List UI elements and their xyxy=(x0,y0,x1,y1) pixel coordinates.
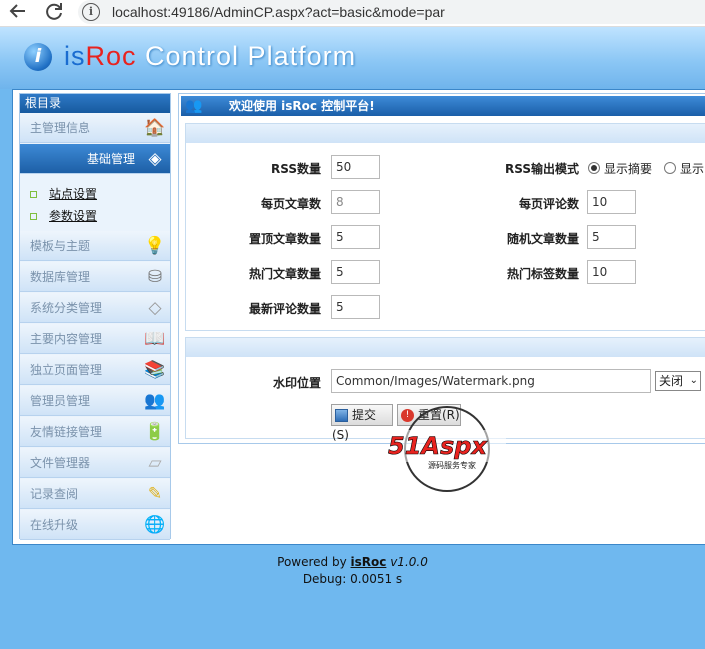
content-area: 👥 欢迎使用 isRoc 控制平台! RSS数量 50 RSS输出模式 显示摘要… xyxy=(178,93,705,444)
arrow-left-icon[interactable] xyxy=(6,0,30,24)
house-icon: 🏠 xyxy=(144,118,166,138)
sidebar-header: 根目录 xyxy=(20,94,170,113)
rss-mode-summary-text: 显示摘要 xyxy=(604,162,653,176)
rss-count-input[interactable]: 50 xyxy=(331,155,380,179)
sidebar-item-main-info[interactable]: 主管理信息 🏠 xyxy=(20,113,170,143)
sidebar-item-pages[interactable]: 独立页面管理 📚 xyxy=(20,355,170,385)
sidebar-item-basic[interactable]: 基础管理 ◈ xyxy=(20,144,170,174)
users-icon: 👥 xyxy=(144,391,166,411)
eraser-icon: ▱ xyxy=(148,453,162,473)
browser-toolbar: i localhost:49186/AdminCP.aspx?act=basic… xyxy=(0,0,705,27)
hot-tags-label: 热门标签数量 xyxy=(506,267,579,281)
logo-icon: i xyxy=(24,43,52,71)
rss-mode-summary-radio[interactable] xyxy=(588,162,600,174)
rss-mode-full-radio[interactable] xyxy=(664,162,676,174)
random-articles-input[interactable]: 5 xyxy=(587,225,636,249)
sidebar-subitem-site-settings[interactable]: 站点设置 xyxy=(30,185,97,202)
battery-icon: 🔋 xyxy=(144,422,166,442)
sidebar-item-logs[interactable]: 记录查阅 ✎ xyxy=(20,479,170,509)
sidebar-item-categories[interactable]: 系统分类管理 ◇ xyxy=(20,293,170,323)
watermark-logo: 51Aspx 源码服务专家 xyxy=(386,404,511,494)
watermark-select[interactable]: 关闭 ⌄ xyxy=(655,371,701,391)
rss-mode-label: RSS输出模式 xyxy=(505,162,579,176)
pencil-icon: ✎ xyxy=(147,484,163,504)
reload-icon[interactable] xyxy=(42,0,66,24)
svg-text:源码服务专家: 源码服务专家 xyxy=(428,460,476,470)
submit-button[interactable]: 提交(S) xyxy=(331,404,393,442)
powered-by-line: Powered by isRoc v1.0.0 xyxy=(277,555,428,569)
settings-cube-icon: ◈ xyxy=(148,149,162,169)
books-icon: 📚 xyxy=(144,360,166,380)
rss-mode-full-text: 显示 xyxy=(680,162,705,176)
sidebar-item-content[interactable]: 主要内容管理 📖 xyxy=(20,324,170,354)
sidebar-item-database[interactable]: 数据库管理 ⛁ xyxy=(20,262,170,292)
chevron-down-icon: ⌄ xyxy=(689,375,698,386)
database-icon: ⛁ xyxy=(147,267,163,287)
sidebar-item-links[interactable]: 友情链接管理 🔋 xyxy=(20,417,170,447)
app-banner: i isRoc Control Platform xyxy=(0,27,705,89)
latest-comments-label: 最新评论数量 xyxy=(248,302,321,316)
hot-articles-label: 热门文章数量 xyxy=(248,267,321,281)
watermark-position-label: 水印位置 xyxy=(272,376,321,390)
sidebar-subitem-param-settings[interactable]: 参数设置 xyxy=(30,207,97,224)
tag-icon: ◇ xyxy=(148,298,162,318)
svg-text:51Aspx: 51Aspx xyxy=(388,432,488,460)
lightbulb-icon: 💡 xyxy=(144,236,166,256)
footer: Powered by isRoc v1.0.0 Debug: 0.0051 s xyxy=(0,555,705,586)
hot-articles-input[interactable]: 5 xyxy=(331,260,380,284)
save-icon xyxy=(335,409,348,422)
sidebar: 根目录 主管理信息 🏠 基础管理 ◈ 站点设置 参数设置 模板与主题 💡 数据库… xyxy=(19,93,171,540)
debug-text: Debug: 0.0051 s xyxy=(302,572,403,586)
top-articles-input[interactable]: 5 xyxy=(331,225,380,249)
globe-icon: 🌐 xyxy=(144,515,166,535)
panel-bar xyxy=(186,338,705,357)
random-articles-label: 随机文章数量 xyxy=(506,232,579,246)
watermark-path-input[interactable]: Common/Images/Watermark.png xyxy=(331,369,651,393)
hot-tags-input[interactable]: 10 xyxy=(587,260,636,284)
sidebar-item-upgrade[interactable]: 在线升级 🌐 xyxy=(20,510,170,540)
sidebar-item-admins[interactable]: 管理员管理 👥 xyxy=(20,386,170,416)
rss-count-label: RSS数量 xyxy=(271,162,321,176)
top-articles-label: 置顶文章数量 xyxy=(248,232,321,246)
brand-link[interactable]: isRoc xyxy=(351,555,387,569)
per-page-label: 每页文章数 xyxy=(260,197,321,211)
welcome-title: 欢迎使用 isRoc 控制平台! xyxy=(229,99,375,113)
latest-comments-input[interactable]: 5 xyxy=(331,295,380,319)
per-page-input[interactable]: 8 xyxy=(331,190,380,214)
brand-title: isRoc Control Platform xyxy=(64,41,357,71)
per-page-comments-label: 每页评论数 xyxy=(518,197,579,211)
panel-bar xyxy=(186,124,705,143)
sidebar-item-files[interactable]: 文件管理器 ▱ xyxy=(20,448,170,478)
sidebar-item-templates[interactable]: 模板与主题 💡 xyxy=(20,231,170,261)
info-icon[interactable]: i xyxy=(82,3,100,21)
version-text: v1.0.0 xyxy=(390,555,428,569)
users-icon: 👥 xyxy=(185,98,203,114)
book-icon: 📖 xyxy=(144,329,166,349)
content-header: 👥 欢迎使用 isRoc 控制平台! xyxy=(181,96,705,116)
per-page-comments-input[interactable]: 10 xyxy=(587,190,636,214)
url-text[interactable]: localhost:49186/AdminCP.aspx?act=basic&m… xyxy=(112,4,445,20)
